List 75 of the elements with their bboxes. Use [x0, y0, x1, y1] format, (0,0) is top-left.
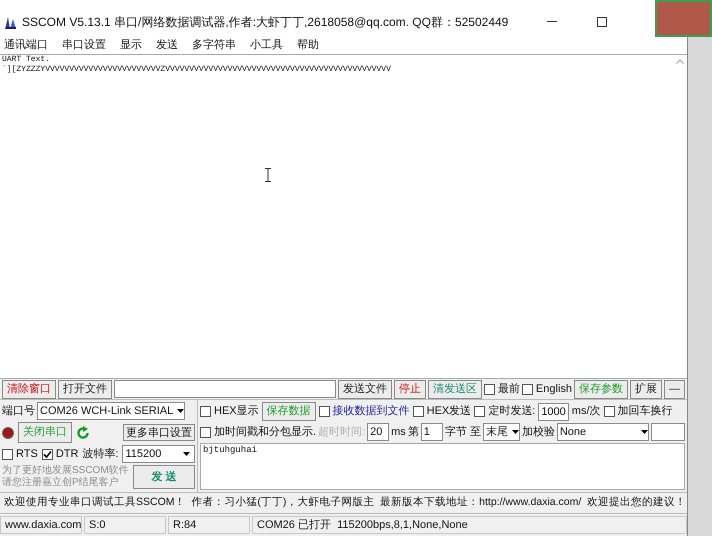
dropdown[interactable]: None: [556, 423, 649, 441]
received-text-line: UART Text.: [2, 55, 50, 65]
field-label: 加校验: [522, 424, 555, 440]
send-text-area[interactable]: bjtuhguhai: [200, 443, 685, 490]
window-title: SSCOM V5.13.1 串口/网络数据调试器,作者:大虾丁丁,2618058@qq.com. QQ群：52502449: [22, 14, 510, 31]
status-field: S:0: [84, 516, 166, 534]
input-field[interactable]: 1000: [538, 402, 569, 420]
input-field[interactable]: 1: [420, 423, 443, 441]
caret-icon: [183, 452, 190, 456]
toolbar-button[interactable]: 停止: [394, 380, 426, 398]
port-label: 端口号: [2, 404, 35, 419]
status-field: R:84: [168, 516, 250, 534]
toolbar-button[interactable]: 发送文件: [338, 380, 392, 398]
checkbox-box[interactable]: [200, 426, 211, 438]
welcome-banner: 欢迎使用专业串口调试工具SSCOM！ 作者：习小猛(丁丁)，大虾电子网版主 最新版本下载地址：http://www.daxia.com/ 欢迎提出您的建议！: [0, 492, 687, 513]
baud-label: 波特率:: [82, 446, 118, 462]
toolbar-button[interactable]: 扩展: [630, 380, 662, 398]
receive-area[interactable]: UART Text. `][ZYZZZYVVVVVVVVVVVVVVVVVVVVVVVVZVVVVVVVVVVVVVVVVVVVVVVVVVVVVVVVVVVVVVVVVVVVVVVV: [0, 54, 687, 378]
checkbox-box[interactable]: [484, 384, 495, 394]
toolbar-button[interactable]: —: [664, 380, 685, 398]
send-button[interactable]: 发 送: [132, 465, 195, 489]
menu-item[interactable]: 小工具: [250, 36, 283, 54]
minimize-icon[interactable]: [547, 21, 557, 23]
menu-item[interactable]: 帮助: [297, 36, 319, 54]
checkbox-label: 加时间戳和分包显示.: [214, 424, 316, 440]
menu-item[interactable]: 串口设置: [62, 36, 106, 54]
photo-placeholder: [655, 0, 712, 37]
input-field[interactable]: 20: [367, 423, 390, 441]
checkbox-box[interactable]: [200, 406, 211, 417]
dropdown[interactable]: 末尾: [482, 423, 520, 441]
maximize-icon[interactable]: [597, 17, 607, 27]
toolbar-button[interactable]: 清发送区: [428, 380, 482, 398]
checkbox-label: 接收数据到文件: [332, 404, 410, 420]
caret-icon: [640, 430, 648, 434]
more-settings-button[interactable]: 更多串口设置: [123, 424, 195, 441]
received-text-line: `][ZYZZZYVVVVVVVVVVVVVVVVVVVVVVVVZVVVVVVVVVVVVVVVVVVVVVVVVVVVVVVVVVVVVVVVVVVVVVVV: [2, 65, 391, 75]
menu-item[interactable]: 显示: [120, 36, 142, 54]
field-label: 字节 至: [444, 424, 481, 440]
field-label: 第: [408, 424, 419, 440]
checkbox-label: English: [536, 382, 572, 397]
checkbox-label: 定时发送:: [488, 404, 536, 420]
scroll-up-icon[interactable]: [676, 59, 684, 64]
checkbox-box[interactable]: [318, 406, 330, 417]
menu-item[interactable]: 通讯端口: [4, 36, 48, 54]
refresh-icon[interactable]: [76, 426, 90, 440]
checkbox-label: 加回车换行: [618, 404, 673, 420]
checkbox-box[interactable]: [522, 384, 533, 394]
menu-item[interactable]: 多字符串: [192, 36, 236, 54]
checkbox-label: DTR: [56, 446, 78, 462]
caret-icon: [177, 409, 184, 413]
menu-item[interactable]: 发送: [156, 36, 178, 54]
checkbox-label: RTS: [16, 446, 38, 462]
field-label: ms/次: [572, 404, 601, 420]
checkbox-box[interactable]: [412, 406, 424, 417]
text-cursor-icon: [265, 168, 271, 182]
field-label: ms: [391, 424, 406, 440]
promo-text: 为了更好地发展SSCOM软件: [2, 465, 129, 476]
checkbox-label: 最前: [498, 382, 520, 397]
input-field[interactable]: [650, 423, 685, 441]
checkbox-box[interactable]: [604, 406, 615, 417]
status-field: COM26 已打开 115200bps,8,1,None,None: [252, 516, 687, 534]
status-field: www.daxia.com: [0, 516, 82, 534]
checkbox-box[interactable]: [2, 448, 13, 460]
checkbox-label: HEX显示: [214, 404, 259, 420]
promo-text: 请您注册嘉立创P结尾客户: [2, 477, 120, 489]
caret-icon: [512, 430, 519, 434]
input-field[interactable]: [114, 380, 336, 398]
checkbox-box[interactable]: [42, 448, 53, 460]
baud-dropdown[interactable]: 115200: [122, 445, 195, 463]
checkbox-label: HEX发送: [426, 404, 472, 420]
checkbox-box[interactable]: [474, 406, 486, 417]
toolbar-button[interactable]: 清除窗口: [2, 380, 56, 398]
dropdown[interactable]: COM26 WCH-Link SERIAL: [37, 402, 186, 420]
field-label: 超时时间:: [318, 424, 366, 440]
toolbar-button[interactable]: 打开文件: [58, 380, 112, 398]
